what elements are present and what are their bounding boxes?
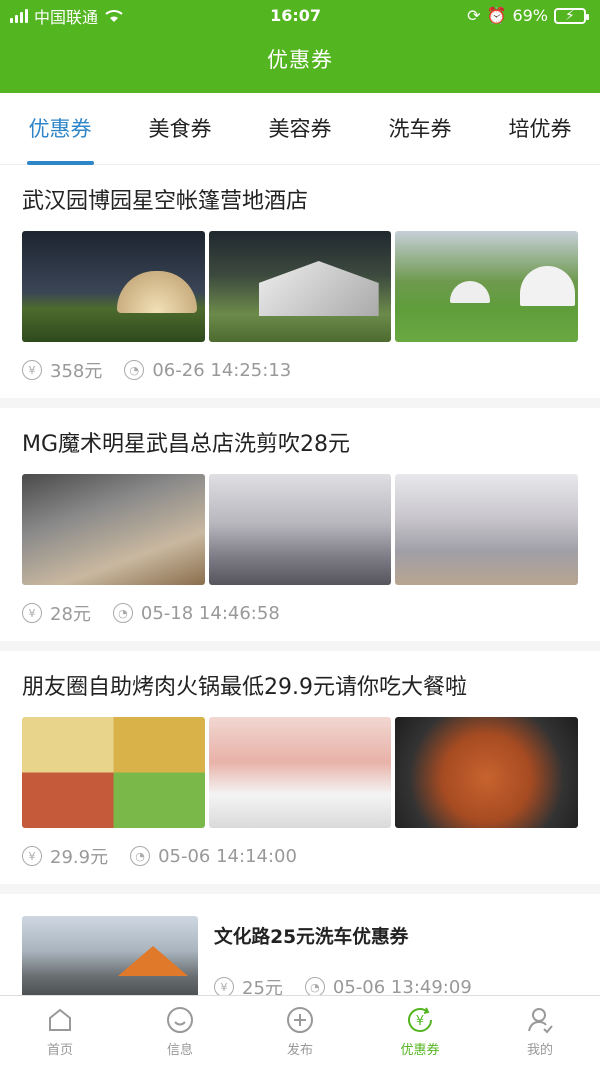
item-price: 358元 [50, 361, 103, 382]
clock-icon: ◔ [130, 846, 151, 866]
tab-coupons[interactable]: 优惠券 [23, 93, 98, 165]
item-price: 25元 [242, 978, 283, 995]
item-time: 05-18 14:46:58 [140, 602, 280, 624]
nav-label: 优惠券 [400, 1043, 440, 1058]
nav-messages[interactable]: 信息 [120, 996, 240, 1067]
item-price: 28元 [50, 604, 91, 625]
smile-icon [167, 1007, 193, 1033]
clock-icon: ◔ [124, 360, 145, 380]
clock-icon: ◔ [112, 603, 133, 623]
list-item[interactable]: 朋友圈自助烤肉火锅最低29.9元请你吃大餐啦 ¥29.9元 ◔ 05-06 14:… [0, 651, 600, 884]
signal-icon [10, 8, 28, 23]
item-photo [208, 474, 392, 585]
nav-label: 我的 [526, 1043, 553, 1058]
item-photo [22, 231, 205, 342]
nav-label: 首页 [46, 1043, 73, 1058]
item-photo [22, 916, 198, 995]
price-icon: ¥ [22, 603, 42, 623]
page-title: 优惠券 [267, 48, 333, 72]
item-photo [22, 474, 205, 585]
list-item[interactable]: 文化路25元洗车优惠券 ¥25元 ◔ 05-06 13:49:09 [0, 916, 600, 995]
item-photo [208, 231, 392, 342]
alarm-icon: ⏰ [486, 6, 507, 25]
clock: 16:07 [270, 6, 322, 25]
item-time: 05-06 13:49:09 [332, 976, 472, 996]
coupon-feed[interactable]: 武汉园博园星空帐篷营地酒店 ¥358元 ◔ 06-26 14:25:13 MG魔术… [0, 165, 600, 995]
nav-label: 发布 [286, 1043, 313, 1058]
list-item[interactable]: 武汉园博园星空帐篷营地酒店 ¥358元 ◔ 06-26 14:25:13 [0, 165, 600, 398]
item-title: 武汉园博园星空帐篷营地酒店 [22, 189, 309, 214]
item-title: 文化路25元洗车优惠券 [214, 927, 409, 948]
tab-beauty[interactable]: 美容券 [263, 93, 338, 165]
clock-icon: ◔ [304, 977, 325, 995]
item-time: 06-26 14:25:13 [152, 359, 292, 381]
nav-home[interactable]: 首页 [0, 996, 120, 1067]
bottom-nav: 首页 信息 发布 ¥ 优惠券 我的 [0, 995, 600, 1067]
item-time: 05-06 14:14:00 [158, 845, 297, 867]
battery-percent: 69% [512, 6, 548, 25]
price-icon: ¥ [22, 360, 42, 380]
item-price: 29.9元 [50, 847, 109, 868]
item-photo [208, 717, 392, 828]
nav-publish[interactable]: 发布 [240, 996, 360, 1067]
home-icon [49, 1008, 71, 1031]
list-item[interactable]: MG魔术明星武昌总店洗剪吹28元 ¥28元 ◔ 05-18 14:46:58 [0, 408, 600, 641]
price-icon: ¥ [214, 977, 234, 995]
tab-training[interactable]: 培优券 [503, 93, 578, 165]
nav-profile[interactable]: 我的 [480, 996, 600, 1067]
tab-carwash[interactable]: 洗车券 [383, 93, 458, 165]
lock-rotation-icon: ⟳ [467, 6, 481, 25]
nav-label: 信息 [166, 1043, 193, 1058]
item-title: MG魔术明星武昌总店洗剪吹28元 [22, 432, 351, 457]
plus-icon [287, 1007, 313, 1033]
item-photo [395, 474, 579, 585]
item-title: 朋友圈自助烤肉火锅最低29.9元请你吃大餐啦 [22, 675, 467, 700]
category-tabs: 优惠券 美食券 美容券 洗车券 培优券 [0, 93, 600, 165]
divider [0, 884, 600, 894]
status-bar: 中国联通 16:07 ⟳ ⏰ 69% ⚡ [0, 0, 600, 31]
wifi-icon [105, 9, 123, 22]
user-icon [528, 1008, 553, 1034]
item-photo [395, 717, 579, 828]
divider [0, 641, 600, 651]
item-photo [22, 717, 205, 828]
item-photo [395, 231, 579, 342]
app-header: 中国联通 16:07 ⟳ ⏰ 69% ⚡ 优惠券 [0, 0, 600, 93]
carrier-label: 中国联通 [34, 7, 99, 27]
price-icon: ¥ [22, 846, 42, 866]
svg-text:¥: ¥ [416, 1014, 424, 1029]
nav-coupons[interactable]: ¥ 优惠券 [360, 996, 480, 1067]
battery-icon: ⚡ [554, 7, 589, 24]
divider [0, 398, 600, 408]
coupon-yen-icon: ¥ [408, 1007, 432, 1032]
tab-food[interactable]: 美食券 [143, 93, 218, 165]
